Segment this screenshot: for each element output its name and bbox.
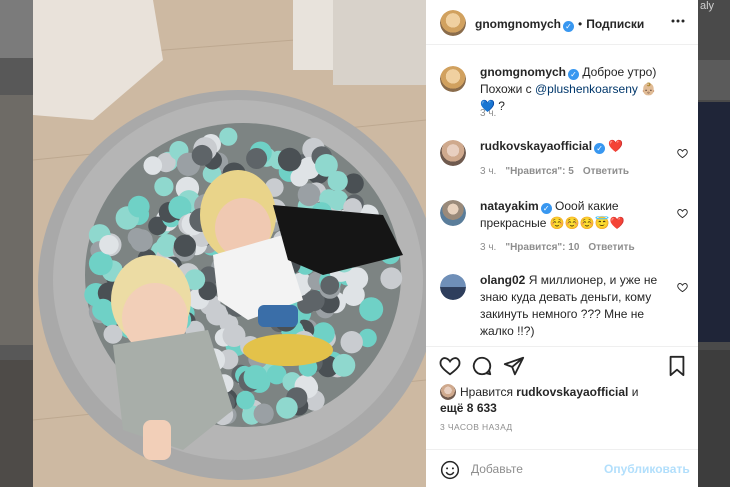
- add-comment-bar: Опубликовать: [426, 449, 698, 487]
- ball-pit-ball: [99, 235, 119, 255]
- post-photo[interactable]: [33, 0, 426, 487]
- likes-summary: Нравится rudkovskayaofficial и ещё 8 633: [440, 384, 690, 416]
- post-side-panel: gnomgnomych ✓ • Подписки gnomgnomych ✓ Добро…: [426, 0, 698, 487]
- post-header: gnomgnomych ✓ • Подписки: [426, 0, 698, 45]
- caption-mention-link[interactable]: @plushenkoarseny: [535, 82, 638, 96]
- comment-like-heart-icon[interactable]: [677, 208, 688, 219]
- comment-item: natayakim ✓ Ооой какие прекрасные ☺️☺️☺️😇…: [440, 198, 690, 262]
- ball-pit-ball: [154, 177, 174, 197]
- background-page-right: aly: [698, 0, 730, 487]
- ball-pit-ball: [315, 154, 338, 177]
- ball-pit-ball: [359, 297, 384, 322]
- ball-pit-ball: [173, 234, 196, 257]
- caption-username[interactable]: gnomgnomych: [480, 65, 566, 79]
- post-actions-bar: [426, 346, 698, 386]
- ball-pit-ball: [297, 183, 321, 207]
- comment-like-heart-icon[interactable]: [677, 282, 688, 293]
- ball-pit-ball: [222, 324, 246, 347]
- comment-item: olang02 Я миллионер, и уже не знаю куда …: [440, 272, 690, 342]
- like-heart-icon[interactable]: [439, 355, 461, 377]
- comment-text: ❤️: [608, 139, 624, 153]
- add-comment-input[interactable]: [471, 459, 596, 479]
- comment-like-heart-icon[interactable]: [677, 148, 688, 159]
- likes-and: и: [628, 385, 639, 399]
- ball-pit-ball: [88, 251, 113, 276]
- verified-badge-icon: ✓: [594, 143, 606, 154]
- background-page-left: [0, 0, 33, 487]
- ball-pit-ball: [332, 353, 356, 377]
- ball-pit-ball: [290, 168, 309, 187]
- ball-pit-ball: [276, 397, 298, 419]
- author-username[interactable]: gnomgnomych: [475, 17, 561, 31]
- ball-pit-ball: [130, 229, 153, 252]
- verified-badge-icon: ✓: [568, 69, 579, 80]
- caption-time[interactable]: 3 ч.: [480, 108, 496, 119]
- more-options-icon[interactable]: [670, 13, 686, 29]
- comment-time[interactable]: 3 ч.: [480, 242, 496, 253]
- ball-pit-ball: [246, 148, 268, 169]
- publish-button[interactable]: Опубликовать: [604, 462, 690, 476]
- save-bookmark-icon[interactable]: [666, 355, 688, 377]
- author-avatar[interactable]: [440, 10, 466, 36]
- verified-badge-icon: ✓: [563, 21, 574, 32]
- commenter-avatar[interactable]: [440, 274, 466, 300]
- comment-username[interactable]: rudkovskayaofficial: [480, 139, 592, 153]
- ball-pit-ball: [277, 147, 302, 172]
- comment-time[interactable]: 3 ч.: [480, 166, 496, 177]
- liker-avatar[interactable]: [440, 384, 456, 400]
- ball-pit-ball: [243, 365, 268, 390]
- comment-meta: 3 ч. "Нравится": 10 Ответить: [480, 242, 644, 253]
- comment-item: rudkovskayaofficial ✓ ❤️ 3 ч. "Нравится": …: [440, 138, 690, 186]
- comments-list: gnomgnomych ✓ Доброе утро) Похожи с @plus…: [426, 46, 698, 346]
- ball-pit-ball: [92, 298, 115, 321]
- comment-likes-count[interactable]: "Нравится": 5: [505, 166, 574, 177]
- ball-pit-ball: [380, 267, 403, 290]
- comment-bubble-icon[interactable]: [471, 355, 493, 377]
- post-time-ago[interactable]: 3 ЧАСОВ НАЗАД: [440, 422, 513, 432]
- separator-dot: •: [578, 17, 583, 31]
- commenter-avatar[interactable]: [440, 140, 466, 166]
- reply-button[interactable]: Ответить: [583, 166, 629, 177]
- ball-pit-ball: [320, 275, 340, 295]
- caption-meta: 3 ч.: [480, 108, 505, 119]
- comment-username[interactable]: natayakim: [480, 199, 539, 213]
- caption-text-line2: Похожи с: [480, 82, 535, 96]
- commenter-avatar[interactable]: [440, 200, 466, 226]
- comment-username[interactable]: olang02: [480, 273, 525, 287]
- ball-pit-ball: [191, 144, 213, 166]
- verified-badge-icon: ✓: [540, 203, 552, 214]
- likes-count-more[interactable]: ещё 8 633: [440, 401, 497, 415]
- liker-username[interactable]: rudkovskayaofficial: [516, 385, 628, 399]
- comment-meta: 3 ч. "Нравится": 5 Ответить: [480, 166, 638, 177]
- ball-pit-ball: [340, 331, 363, 354]
- comment-likes-count[interactable]: "Нравится": 10: [505, 242, 579, 253]
- share-paper-plane-icon[interactable]: [503, 355, 525, 377]
- emoji-smiley-icon[interactable]: [440, 460, 460, 480]
- likes-prefix: Нравится: [460, 385, 517, 399]
- background-text-fragment: aly: [700, 0, 715, 12]
- caption-text-line1: Доброе утро): [582, 65, 657, 79]
- ball-pit-ball: [219, 127, 238, 146]
- ball-pit-ball: [236, 390, 255, 410]
- caption-author-avatar[interactable]: [440, 66, 466, 92]
- ball-pit-ball: [128, 195, 150, 218]
- post-caption: gnomgnomych ✓ Доброе утро) Похожи с @plus…: [440, 64, 690, 134]
- ball-pit-ball: [143, 156, 163, 175]
- following-button[interactable]: Подписки: [586, 17, 644, 31]
- reply-button[interactable]: Ответить: [588, 242, 634, 253]
- ball-pit-ball: [253, 403, 274, 424]
